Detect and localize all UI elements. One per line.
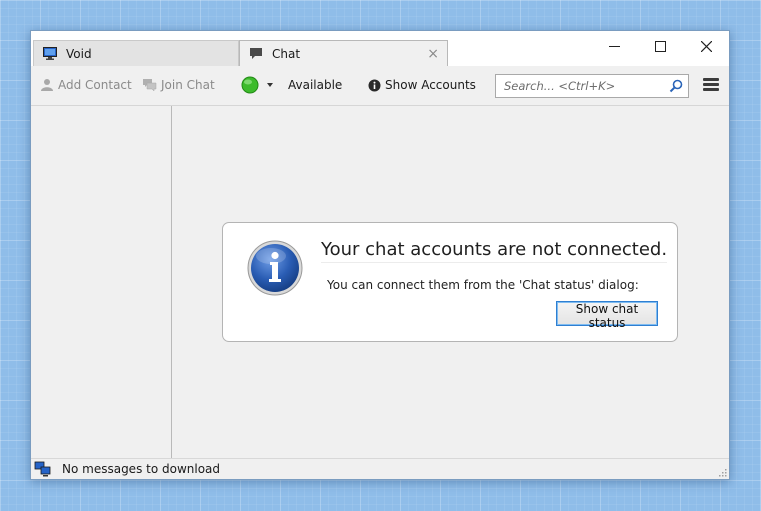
- search-input[interactable]: [502, 78, 666, 94]
- maximize-icon: [654, 40, 666, 52]
- add-contact-button[interactable]: Add Contact: [40, 78, 132, 92]
- online-status-icon[interactable]: [34, 461, 52, 477]
- resize-grip-icon[interactable]: [717, 467, 727, 477]
- thunderbird-window: Void Chat × Add Contact Join Chat Availa…: [30, 30, 730, 480]
- app-menu-button[interactable]: [703, 78, 719, 92]
- status-text: No messages to download: [62, 462, 221, 476]
- maximize-button[interactable]: [637, 31, 683, 61]
- chat-toolbar: Add Contact Join Chat Available Show Acc…: [31, 66, 729, 106]
- join-chat-icon: [143, 79, 157, 92]
- title-bar: Void Chat ×: [31, 31, 729, 66]
- add-contact-label: Add Contact: [58, 78, 132, 92]
- hamburger-icon: [703, 78, 719, 91]
- chevron-down-icon: [267, 83, 273, 87]
- status-bar: No messages to download: [31, 458, 729, 479]
- status-available-icon: [241, 76, 259, 94]
- tab-chat-label: Chat: [272, 46, 301, 61]
- close-icon: [700, 40, 712, 52]
- status-selector[interactable]: Available: [241, 76, 342, 94]
- tab-void-label: Void: [66, 46, 92, 61]
- join-chat-button[interactable]: Join Chat: [142, 78, 215, 92]
- tab-chat[interactable]: Chat ×: [239, 40, 448, 66]
- speech-bubble-icon: [250, 48, 262, 59]
- minimize-button[interactable]: [591, 31, 637, 61]
- conversation-pane: Your chat accounts are not connected. Yo…: [172, 106, 729, 458]
- join-chat-label: Join Chat: [161, 78, 215, 92]
- close-button[interactable]: [683, 31, 729, 61]
- show-chat-status-button[interactable]: Show chat status: [556, 301, 658, 330]
- show-accounts-button[interactable]: Show Accounts: [368, 78, 476, 92]
- minimize-icon: [608, 45, 620, 47]
- info-small-icon: [368, 79, 381, 91]
- contacts-sidebar: [31, 106, 172, 458]
- search-box[interactable]: [495, 74, 689, 98]
- status-label: Available: [288, 78, 343, 92]
- add-contact-icon: [41, 79, 53, 91]
- search-icon[interactable]: [669, 79, 683, 93]
- tab-close-icon[interactable]: ×: [427, 46, 439, 62]
- notice-description: You can connect them from the 'Chat stat…: [327, 278, 639, 292]
- monitor-icon: [43, 47, 57, 60]
- show-accounts-label: Show Accounts: [385, 78, 476, 92]
- tab-void[interactable]: Void: [33, 40, 239, 66]
- not-connected-notice: Your chat accounts are not connected. Yo…: [222, 222, 678, 342]
- notice-title: Your chat accounts are not connected.: [321, 239, 668, 263]
- info-icon: [247, 240, 303, 296]
